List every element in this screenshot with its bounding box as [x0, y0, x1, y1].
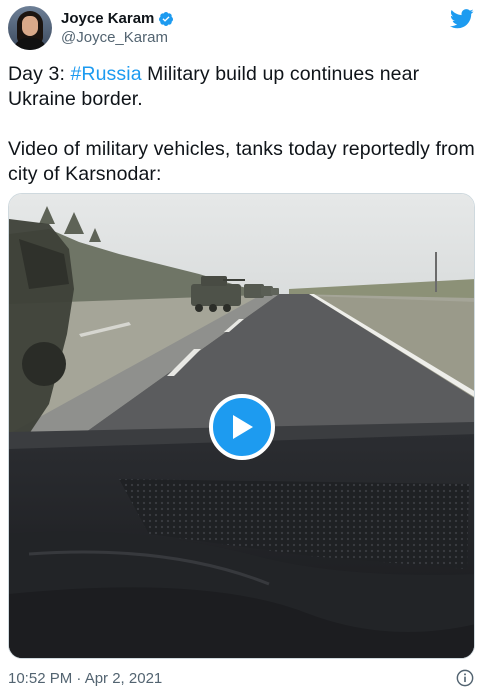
twitter-bird-icon[interactable] — [450, 9, 474, 29]
tweet-header: Joyce Karam @Joyce_Karam — [8, 6, 174, 50]
info-icon[interactable] — [456, 669, 474, 687]
tweet-text-prefix: Day 3: — [8, 63, 71, 85]
play-icon — [233, 415, 253, 439]
tweet-paragraph-2: Video of military vehicles, tanks today … — [8, 138, 475, 185]
verified-badge-icon — [159, 11, 174, 26]
tweet-card: Joyce Karam @Joyce_Karam Day 3: #Russia … — [0, 0, 488, 698]
hashtag-link[interactable]: #Russia — [70, 63, 141, 85]
tweet-paragraph-1: Day 3: #Russia Military build up continu… — [8, 62, 478, 112]
avatar[interactable] — [8, 6, 52, 50]
video-player[interactable] — [8, 193, 475, 659]
tweet-text: Day 3: #Russia Military build up continu… — [8, 62, 478, 187]
author-block: Joyce Karam @Joyce_Karam — [61, 9, 174, 47]
author-name[interactable]: Joyce Karam — [61, 9, 154, 28]
author-handle[interactable]: @Joyce_Karam — [61, 28, 174, 47]
author-name-row: Joyce Karam — [61, 9, 174, 28]
play-button[interactable] — [209, 394, 275, 460]
timestamp[interactable]: 10:52 PM · Apr 2, 2021 — [8, 670, 162, 687]
